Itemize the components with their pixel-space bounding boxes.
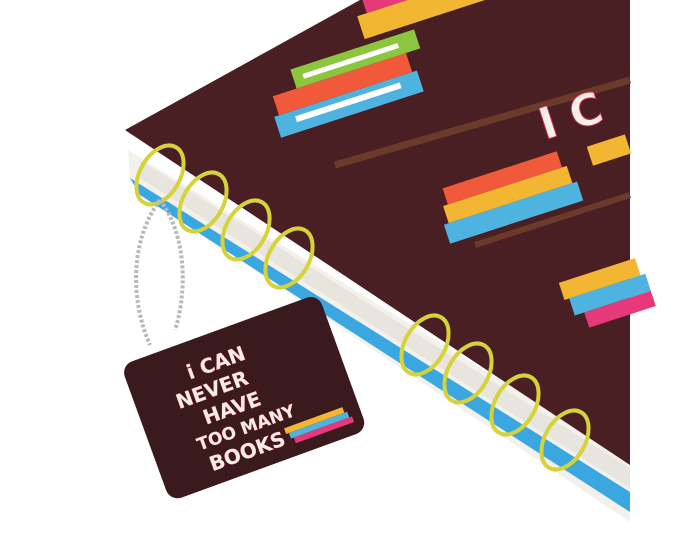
ball-chain: [134, 198, 185, 346]
notebook-scene: I C i CAN NEVER HAVE TOO MANY BOOKS: [124, 0, 656, 522]
bookmark-tag: i CAN NEVER HAVE TOO MANY BOOKS: [124, 296, 365, 499]
product-photo: I C i CAN NEVER HAVE TOO MANY BOOKS: [0, 0, 700, 560]
